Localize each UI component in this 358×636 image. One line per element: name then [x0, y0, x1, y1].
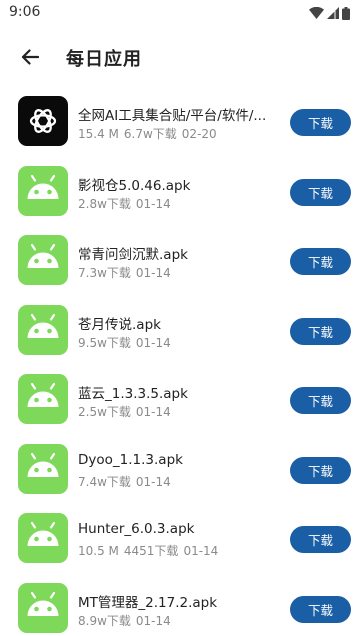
- app-downloads: 4451下载: [123, 544, 179, 558]
- app-date: 01-14: [135, 474, 171, 489]
- app-downloads: 9.5w下载: [78, 335, 131, 350]
- app-icon: [18, 374, 68, 424]
- back-button[interactable]: [17, 45, 43, 69]
- app-name: Dyoo_1.1.3.apk: [78, 451, 183, 468]
- app-list-item[interactable]: Dyoo_1.1.3.apk 7.4w下载 01-14 下载: [0, 435, 358, 505]
- app-size: 10.5 M: [78, 544, 119, 558]
- android-icon: [27, 382, 59, 407]
- app-name: 全网AI工具集合贴/平台/软件/...: [78, 108, 267, 124]
- app-name: 苍月传说.apk: [78, 316, 161, 333]
- app-list: 全网AI工具集合贴/平台/软件/... 15.4 M 6.7w下载 02-20 下载 影视…: [0, 87, 358, 636]
- app-list-item[interactable]: 全网AI工具集合贴/平台/软件/... 15.4 M 6.7w下载 02-20 下载: [0, 87, 358, 157]
- app-meta: 15.4 M 6.7w下载 02-20: [78, 125, 222, 142]
- app-date: 01-14: [135, 613, 171, 628]
- app-downloads: 8.9w下载: [78, 613, 131, 628]
- app-meta: 8.9w下载 01-14: [78, 612, 176, 629]
- app-list-item[interactable]: 蓝云_1.3.3.5.apk 2.5w下载 01-14 下载: [0, 365, 358, 435]
- app-icon: [18, 235, 68, 285]
- app-name: 影视仓5.0.46.apk: [78, 177, 191, 194]
- openai-icon: [29, 109, 57, 133]
- app-list-item[interactable]: 影视仓5.0.46.apk 2.8w下载 01-14 下载: [0, 157, 358, 227]
- app-meta: 2.8w下载 01-14: [78, 195, 176, 212]
- app-downloads: 2.5w下载: [78, 405, 131, 419]
- app-downloads: 2.8w下载: [78, 196, 131, 211]
- download-button[interactable]: 下载: [290, 526, 351, 553]
- android-icon: [27, 313, 59, 338]
- download-button[interactable]: 下载: [290, 248, 351, 275]
- signal-icon: [327, 7, 339, 19]
- app-icon: [18, 443, 68, 494]
- app-icon: [18, 165, 68, 216]
- android-icon: [27, 521, 59, 546]
- app-date: 01-14: [135, 196, 171, 211]
- app-meta: 9.5w下载 01-14: [78, 334, 176, 351]
- app-downloads: 7.4w下载: [78, 474, 131, 489]
- app-list-item[interactable]: Hunter_6.0.3.apk 10.5 M 4451下载 01-14 下载: [0, 504, 358, 574]
- app-downloads: 7.3w下载: [78, 266, 131, 280]
- app-bar: 每日应用: [0, 36, 358, 78]
- status-bar: 9:06: [0, 0, 358, 26]
- app-list-item[interactable]: MT管理器_2.17.2.apk 8.9w下载 01-14 下载: [0, 574, 358, 636]
- app-name: Hunter_6.0.3.apk: [78, 521, 195, 537]
- app-downloads: 6.7w下载: [123, 127, 177, 141]
- app-name: MT管理器_2.17.2.apk: [78, 594, 218, 611]
- app-date: 02-20: [181, 127, 217, 141]
- app-date: 01-14: [135, 405, 171, 419]
- app-meta: 10.5 M 4451下载 01-14: [78, 542, 223, 559]
- battery-icon: [342, 6, 350, 20]
- app-meta: 2.5w下载 01-14: [78, 403, 176, 420]
- app-date: 01-14: [183, 544, 219, 558]
- download-button[interactable]: 下载: [290, 595, 351, 623]
- app-size: 15.4 M: [78, 127, 119, 141]
- arrow-back-icon: [21, 49, 39, 65]
- app-name: 常青问剑沉默.apk: [78, 247, 188, 263]
- app-meta: 7.3w下载 01-14: [78, 264, 176, 281]
- android-icon: [27, 591, 59, 616]
- app-icon: [18, 582, 68, 633]
- app-list-item[interactable]: 常青问剑沉默.apk 7.3w下载 01-14 下载: [0, 226, 358, 296]
- page-title: 每日应用: [66, 49, 142, 70]
- app-date: 01-14: [135, 266, 171, 280]
- app-meta: 7.4w下载 01-14: [78, 473, 176, 490]
- app-icon: [18, 513, 68, 563]
- download-button[interactable]: 下载: [290, 387, 351, 414]
- app-icon: [18, 96, 68, 146]
- app-date: 01-14: [135, 335, 171, 350]
- app-list-item[interactable]: 苍月传说.apk 9.5w下载 01-14 下载: [0, 296, 358, 366]
- download-button[interactable]: 下载: [290, 109, 351, 136]
- status-time: 9:06: [9, 4, 41, 20]
- download-button[interactable]: 下载: [290, 178, 351, 206]
- android-icon: [27, 174, 59, 199]
- download-button[interactable]: 下载: [290, 456, 351, 484]
- wifi-icon: [309, 7, 324, 19]
- android-icon: [27, 452, 59, 477]
- download-button[interactable]: 下载: [290, 317, 351, 345]
- status-icons: [309, 5, 350, 21]
- app-icon: [18, 304, 68, 355]
- android-icon: [27, 243, 59, 268]
- app-name: 蓝云_1.3.3.5.apk: [78, 386, 188, 402]
